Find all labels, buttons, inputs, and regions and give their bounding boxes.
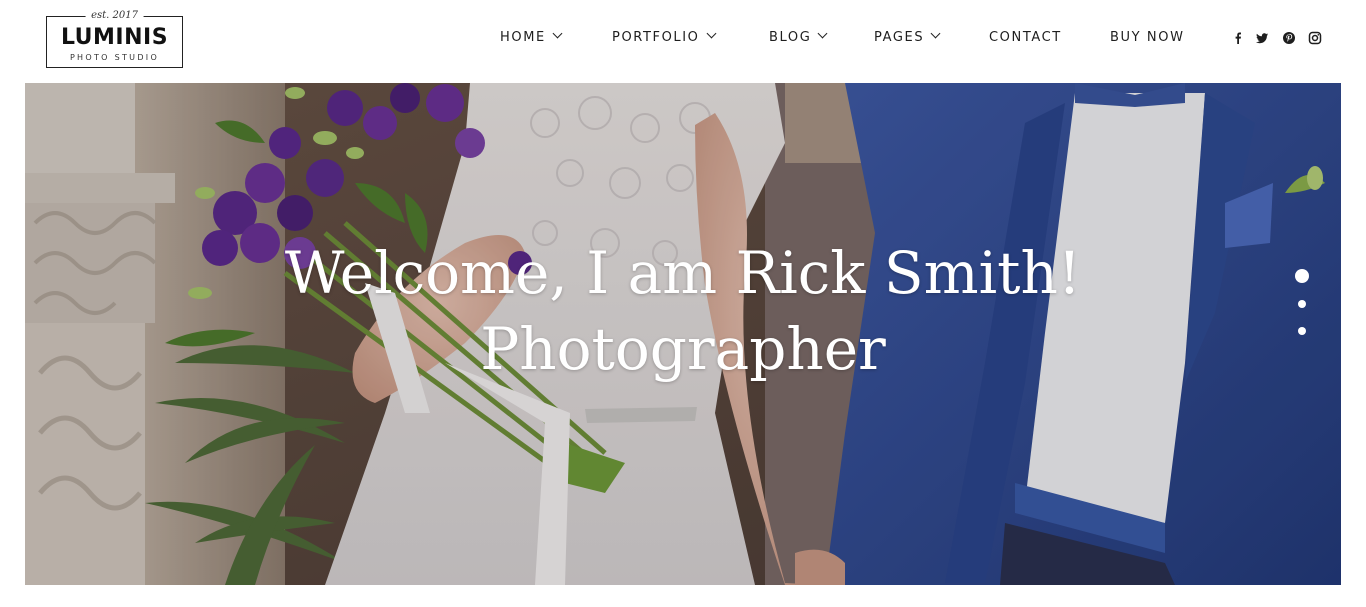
chevron-down-icon xyxy=(706,28,716,39)
nav-item-label: PAGES xyxy=(874,30,925,45)
main-nav: HOME PORTFOLIO BLOG PAGES CONTACT BUY NO… xyxy=(0,28,1366,48)
nav-item-pages[interactable]: PAGES xyxy=(874,28,941,48)
nav-item-home[interactable]: HOME xyxy=(500,28,563,48)
nav-item-contact[interactable]: CONTACT xyxy=(989,28,1062,48)
nav-item-buy-now[interactable]: BUY NOW xyxy=(1110,28,1185,48)
instagram-icon[interactable] xyxy=(1307,30,1323,46)
site-header: est. 2017 LUMINIS PHOTO STUDIO HOME PORT… xyxy=(0,0,1366,83)
twitter-icon[interactable] xyxy=(1254,30,1270,46)
nav-item-portfolio[interactable]: PORTFOLIO xyxy=(612,28,716,48)
slider-dot-3[interactable] xyxy=(1298,327,1306,335)
nav-item-blog[interactable]: BLOG xyxy=(769,28,828,48)
logo-est-year: est. 2017 xyxy=(85,9,144,23)
chevron-down-icon xyxy=(930,28,941,39)
nav-item-label: BLOG xyxy=(769,30,812,45)
hero-title-line2: Photographer xyxy=(480,315,886,383)
hero-title: Welcome, I am Rick Smith! Photographer xyxy=(25,235,1341,387)
slider-dot-1[interactable] xyxy=(1295,269,1309,283)
nav-item-label: HOME xyxy=(500,30,546,45)
slider-pagination xyxy=(1295,269,1309,339)
slider-dot-2[interactable] xyxy=(1298,300,1306,308)
chevron-down-icon xyxy=(552,28,563,39)
nav-item-label: BUY NOW xyxy=(1110,30,1185,45)
nav-item-label: PORTFOLIO xyxy=(612,30,700,45)
nav-item-label: CONTACT xyxy=(989,30,1062,45)
hero-title-line1: Welcome, I am Rick Smith! xyxy=(284,239,1082,307)
pinterest-icon[interactable] xyxy=(1281,30,1297,46)
chevron-down-icon xyxy=(817,28,828,39)
facebook-icon[interactable] xyxy=(1230,30,1246,46)
hero-slider[interactable]: Welcome, I am Rick Smith! Photographer xyxy=(25,83,1341,585)
logo-subtitle: PHOTO STUDIO xyxy=(69,53,160,62)
